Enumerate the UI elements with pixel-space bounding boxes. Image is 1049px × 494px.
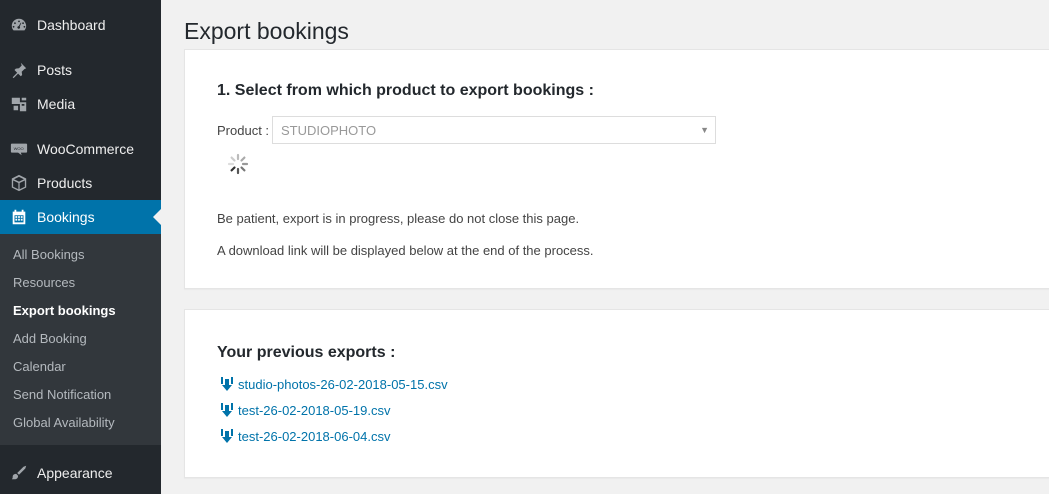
- page-title: Export bookings: [184, 18, 349, 44]
- submenu-calendar[interactable]: Calendar: [13, 359, 66, 374]
- menu-item-dashboard[interactable]: Dashboard: [0, 8, 161, 42]
- box-icon: [0, 166, 36, 200]
- menu-label: Bookings: [37, 209, 95, 225]
- chevron-down-icon: ▼: [700, 125, 709, 135]
- submenu-all-bookings[interactable]: All Bookings: [13, 247, 85, 262]
- admin-sidebar: Dashboard Posts Media WOO WooCommerce Pr…: [0, 0, 161, 494]
- dashboard-icon: [0, 8, 36, 42]
- export-file-link[interactable]: test-26-02-2018-06-04.csv: [220, 427, 390, 445]
- product-label: Product :: [217, 123, 270, 138]
- menu-item-media[interactable]: Media: [0, 87, 161, 121]
- menu-item-appearance[interactable]: Appearance: [0, 456, 161, 490]
- menu-label: Products: [37, 175, 93, 191]
- menu-label: Appearance: [37, 465, 113, 481]
- menu-label: Posts: [37, 62, 73, 78]
- menu-item-woocommerce[interactable]: WOO WooCommerce: [0, 132, 161, 166]
- submenu-send-notification[interactable]: Send Notification: [13, 387, 111, 402]
- product-select-value: STUDIOPHOTO: [281, 123, 377, 138]
- loading-spinner-icon: [227, 153, 249, 175]
- download-icon: [220, 402, 234, 418]
- previous-exports-heading: Your previous exports :: [217, 344, 396, 361]
- progress-notice: Be patient, export is in progress, pleas…: [217, 211, 580, 226]
- submenu-global-availability[interactable]: Global Availability: [13, 415, 115, 430]
- submenu-export-bookings[interactable]: Export bookings: [13, 303, 116, 318]
- brush-icon: [0, 456, 36, 490]
- menu-item-bookings[interactable]: Bookings: [0, 200, 161, 234]
- export-panel: 1. Select from which product to export b…: [184, 49, 1049, 289]
- menu-label: WooCommerce: [37, 141, 134, 157]
- download-icon: [220, 428, 234, 444]
- submenu-add-booking[interactable]: Add Booking: [13, 331, 87, 346]
- export-file-name: test-26-02-2018-06-04.csv: [238, 428, 391, 444]
- previous-exports-panel: Your previous exports : studio-photos-26…: [184, 309, 1049, 478]
- menu-item-posts[interactable]: Posts: [0, 53, 161, 87]
- export-heading: 1. Select from which product to export b…: [217, 82, 594, 99]
- export-file-name: studio-photos-26-02-2018-05-15.csv: [238, 376, 448, 392]
- woocommerce-icon: WOO: [0, 132, 36, 166]
- export-file-name: test-26-02-2018-05-19.csv: [238, 402, 391, 418]
- export-file-link[interactable]: studio-photos-26-02-2018-05-15.csv: [220, 375, 448, 393]
- menu-item-products[interactable]: Products: [0, 166, 161, 200]
- menu-label: Media: [37, 96, 76, 112]
- pin-icon: [0, 53, 36, 87]
- svg-text:WOO: WOO: [14, 146, 24, 151]
- calendar-icon: [0, 200, 36, 234]
- submenu-resources[interactable]: Resources: [13, 275, 75, 290]
- media-icon: [0, 87, 36, 121]
- bookings-submenu: All Bookings Resources Export bookings A…: [0, 234, 161, 445]
- menu-label: Dashboard: [37, 17, 106, 33]
- current-menu-arrow: [153, 209, 161, 225]
- download-notice: A download link will be displayed below …: [217, 243, 594, 258]
- product-select[interactable]: STUDIOPHOTO ▼: [272, 116, 716, 144]
- export-file-link[interactable]: test-26-02-2018-05-19.csv: [220, 401, 390, 419]
- download-icon: [220, 376, 234, 392]
